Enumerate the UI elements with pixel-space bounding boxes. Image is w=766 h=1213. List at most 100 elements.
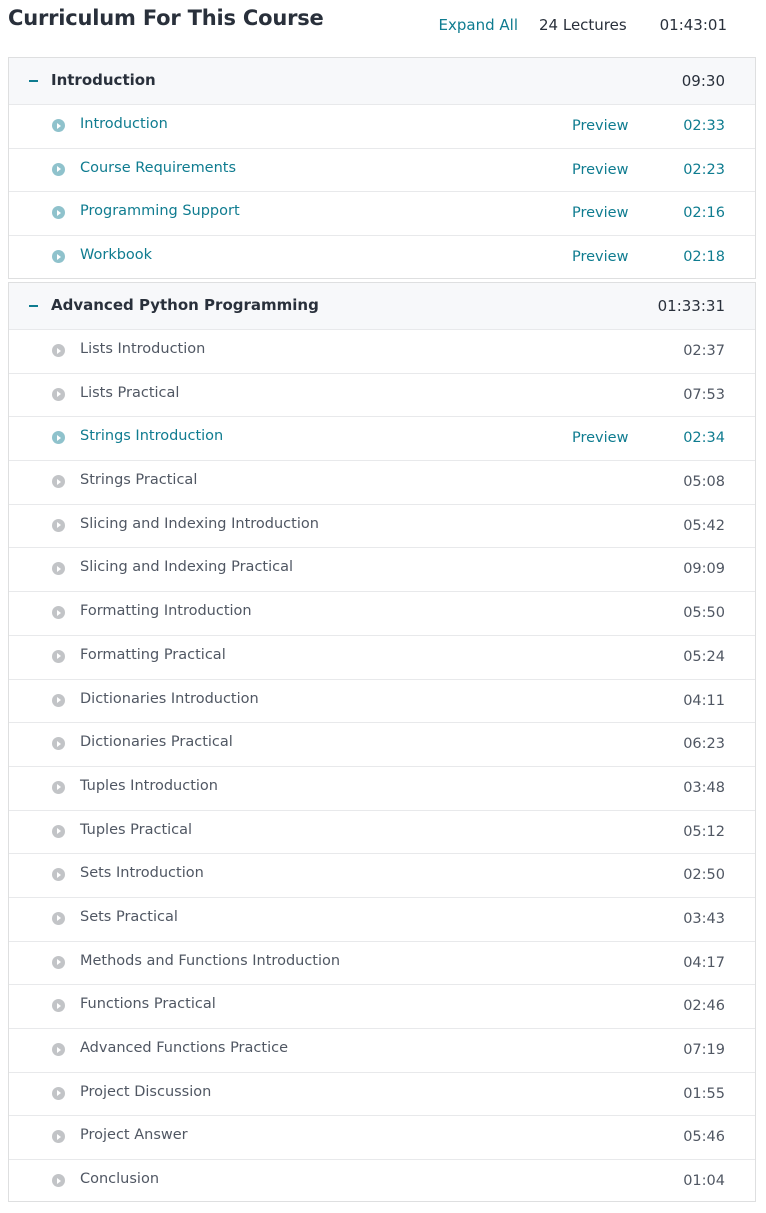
preview-link[interactable]: Preview	[572, 430, 628, 446]
lecture-row[interactable]: Tuples Practical 05:12	[9, 811, 755, 855]
section-advanced-python: Advanced Python Programming 01:33:31 Lis…	[8, 282, 756, 1202]
lecture-duration: 02:16	[683, 205, 725, 222]
preview-link[interactable]: Preview	[572, 205, 628, 221]
section-title: Advanced Python Programming	[51, 296, 319, 314]
play-circle-icon	[52, 780, 65, 794]
lecture-title: Strings Practical	[80, 472, 198, 489]
lecture-title[interactable]: Introduction	[80, 116, 168, 132]
lecture-duration: 04:17	[683, 954, 725, 971]
play-circle-icon	[52, 606, 65, 620]
lecture-duration: 01:55	[683, 1085, 725, 1102]
play-circle-icon	[52, 344, 65, 357]
lecture-title: Project Answer	[80, 1127, 188, 1144]
play-circle-icon	[52, 911, 65, 925]
play-circle-icon	[52, 693, 65, 707]
lecture-row[interactable]: Sets Practical 03:43	[9, 898, 755, 942]
play-circle-icon	[52, 955, 65, 969]
play-circle-icon	[52, 737, 65, 751]
lecture-duration: 01:04	[683, 1173, 725, 1190]
lecture-title: Slicing and Indexing Introduction	[80, 515, 319, 532]
lecture-title: Dictionaries Introduction	[80, 690, 259, 707]
play-circle-icon	[52, 824, 65, 838]
page-title: Curriculum For This Course	[8, 6, 324, 30]
lecture-duration: 02:34	[683, 430, 725, 447]
lecture-row[interactable]: Functions Practical 02:46	[9, 985, 755, 1029]
minus-icon[interactable]	[29, 80, 38, 82]
lecture-row[interactable]: Lists Practical 07:53	[9, 374, 755, 418]
lecture-row[interactable]: Dictionaries Introduction 04:11	[9, 680, 755, 724]
play-circle-icon	[52, 649, 65, 663]
play-circle-icon	[52, 1086, 65, 1100]
lecture-row[interactable]: Course Requirements Preview 02:23	[9, 149, 755, 193]
minus-icon[interactable]	[29, 305, 38, 307]
section-introduction: Introduction 09:30 Introduction Preview …	[8, 57, 756, 279]
lecture-row[interactable]: Advanced Functions Practice 07:19	[9, 1029, 755, 1073]
lecture-row[interactable]: Lists Introduction 02:37	[9, 330, 755, 374]
lecture-row[interactable]: Tuples Introduction 03:48	[9, 767, 755, 811]
lecture-title[interactable]: Programming Support	[80, 203, 240, 219]
lecture-row[interactable]: Slicing and Indexing Practical 09:09	[9, 548, 755, 593]
play-circle-icon	[52, 431, 65, 445]
lecture-title: Advanced Functions Practice	[80, 1040, 288, 1056]
lecture-row[interactable]: Formatting Introduction 05:50	[9, 592, 755, 636]
lecture-row[interactable]: Sets Introduction 02:50	[9, 854, 755, 898]
lecture-title: Methods and Functions Introduction	[80, 952, 341, 969]
lecture-title[interactable]: Course Requirements	[80, 160, 236, 176]
lecture-row[interactable]: Strings Introduction Preview 02:34	[9, 417, 755, 462]
lecture-row[interactable]: Programming Support Preview 02:16	[9, 192, 755, 237]
lecture-duration: 02:50	[683, 867, 725, 884]
section-header[interactable]: Advanced Python Programming 01:33:31	[9, 283, 755, 330]
lecture-count: 24 Lectures	[539, 16, 627, 34]
play-circle-icon	[52, 1130, 65, 1144]
lecture-duration: 05:08	[683, 474, 725, 491]
total-duration: 01:43:01	[659, 16, 727, 34]
play-circle-icon	[52, 1043, 65, 1056]
curriculum-header: Curriculum For This Course Expand All 24…	[0, 0, 766, 52]
lecture-title: Project Discussion	[80, 1083, 212, 1100]
lecture-title: Slicing and Indexing Practical	[80, 559, 294, 576]
lecture-duration: 05:42	[683, 517, 725, 534]
lecture-title: Formatting Introduction	[80, 603, 252, 620]
preview-link[interactable]: Preview	[572, 118, 628, 134]
lecture-duration: 03:48	[683, 779, 725, 796]
lecture-duration: 02:37	[683, 343, 725, 359]
lecture-title: Tuples Introduction	[80, 777, 218, 794]
lecture-title: Conclusion	[80, 1171, 160, 1188]
play-circle-icon	[52, 119, 65, 132]
lecture-duration: 05:50	[683, 605, 725, 622]
preview-link[interactable]: Preview	[572, 162, 628, 178]
lecture-row[interactable]: Methods and Functions Introduction 04:17	[9, 942, 755, 986]
expand-all-button[interactable]: Expand All	[439, 16, 518, 34]
section-title: Introduction	[51, 71, 156, 89]
play-circle-icon	[52, 1174, 65, 1188]
play-circle-icon	[52, 518, 65, 532]
lecture-row[interactable]: Project Answer 05:46	[9, 1116, 755, 1161]
lecture-row[interactable]: Slicing and Indexing Introduction 05:42	[9, 505, 755, 549]
lecture-row[interactable]: Introduction Preview 02:33	[9, 105, 755, 149]
lecture-row[interactable]: Dictionaries Practical 06:23	[9, 723, 755, 767]
lecture-row[interactable]: Formatting Practical 05:24	[9, 636, 755, 680]
lecture-title[interactable]: Workbook	[80, 247, 152, 263]
play-circle-icon	[52, 562, 65, 576]
lecture-title: Formatting Practical	[80, 646, 226, 663]
section-duration: 01:33:31	[657, 297, 725, 315]
section-duration: 09:30	[681, 72, 725, 90]
lecture-row[interactable]: Project Discussion 01:55	[9, 1073, 755, 1117]
lecture-title: Sets Introduction	[80, 865, 204, 882]
lecture-row[interactable]: Strings Practical 05:08	[9, 461, 755, 505]
lecture-duration: 05:12	[683, 823, 725, 840]
lecture-duration: 02:33	[683, 118, 725, 134]
lecture-duration: 05:46	[683, 1129, 725, 1146]
lecture-title: Functions Practical	[80, 996, 216, 1013]
lecture-duration: 03:43	[683, 910, 725, 927]
preview-link[interactable]: Preview	[572, 249, 628, 265]
play-circle-icon	[52, 250, 65, 264]
lecture-row[interactable]: Workbook Preview 02:18	[9, 236, 755, 280]
lecture-title: Dictionaries Practical	[80, 734, 233, 751]
lecture-title: Lists Introduction	[80, 341, 206, 357]
lecture-duration: 07:19	[683, 1042, 725, 1058]
play-circle-icon	[52, 475, 65, 489]
lecture-title[interactable]: Strings Introduction	[80, 428, 223, 444]
lecture-row[interactable]: Conclusion 01:04	[9, 1160, 755, 1204]
section-header[interactable]: Introduction 09:30	[9, 58, 755, 105]
